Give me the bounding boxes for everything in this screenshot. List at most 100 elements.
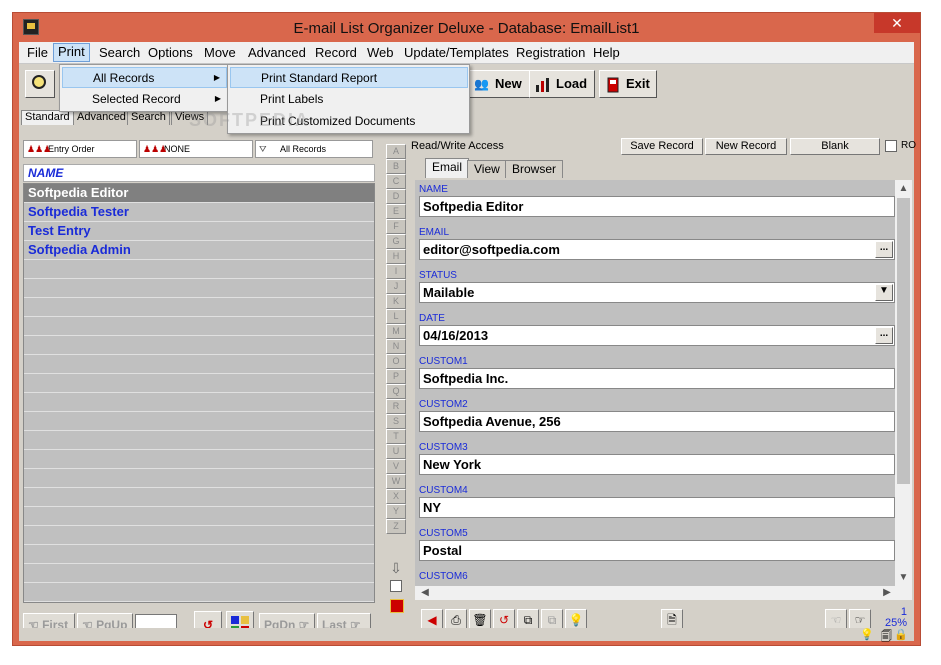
list-item[interactable]: Softpedia Admin xyxy=(24,241,374,260)
save-record-button[interactable]: Save Record xyxy=(621,138,703,155)
name-field[interactable]: Softpedia Editor xyxy=(419,196,895,217)
menu-item-all-records[interactable]: All Records ▶ xyxy=(62,67,227,88)
menu-web[interactable]: Web xyxy=(363,45,398,62)
alpha-button[interactable]: L xyxy=(386,309,406,324)
alpha-button[interactable]: U xyxy=(386,444,406,459)
search-button[interactable] xyxy=(25,70,55,98)
custom1-field[interactable]: Softpedia Inc. xyxy=(419,368,895,389)
chevron-down-icon[interactable]: ▼ xyxy=(875,284,893,301)
scroll-down-icon[interactable]: ▼ xyxy=(895,569,912,586)
alpha-button[interactable]: Y xyxy=(386,504,406,519)
menu-registration[interactable]: Registration xyxy=(512,45,589,62)
read-only-checkbox[interactable] xyxy=(885,140,897,152)
email-field[interactable]: editor@softpedia.com ... xyxy=(419,239,895,260)
date-field[interactable]: 04/16/2013 ... xyxy=(419,325,895,346)
alpha-button[interactable]: T xyxy=(386,429,406,444)
alpha-button[interactable]: W xyxy=(386,474,406,489)
alphabet-index: A B C D E F G H I J K L M N O P Q R S T … xyxy=(386,144,406,554)
sort-options: ♟♟♟ Entry Order ♟♟♟ NONE ⛛ All Records xyxy=(23,140,375,160)
custom3-field[interactable]: New York xyxy=(419,454,895,475)
alpha-button[interactable]: S xyxy=(386,414,406,429)
menu-help[interactable]: Help xyxy=(589,45,624,62)
alpha-button[interactable]: X xyxy=(386,489,406,504)
vertical-scrollbar[interactable]: ▲ ▼ xyxy=(895,180,912,586)
list-item[interactable]: Softpedia Editor xyxy=(24,184,374,203)
field-label-status: STATUS xyxy=(419,270,457,281)
alpha-button[interactable]: V xyxy=(386,459,406,474)
alpha-button[interactable]: H xyxy=(386,249,406,264)
menu-update-templates[interactable]: Update/Templates xyxy=(400,45,513,62)
menu-item-selected-record[interactable]: Selected Record ▶ xyxy=(62,89,227,110)
record-list[interactable]: Softpedia Editor Softpedia Tester Test E… xyxy=(23,183,375,603)
scroll-right-icon[interactable]: ▶ xyxy=(879,586,895,600)
alpha-button[interactable]: O xyxy=(386,354,406,369)
alpha-button[interactable]: J xyxy=(386,279,406,294)
date-picker-button[interactable]: ... xyxy=(875,327,893,344)
exit-button[interactable]: Exit xyxy=(599,70,657,98)
alpha-button[interactable]: C xyxy=(386,174,406,189)
tab-advanced[interactable]: Advanced xyxy=(73,110,130,125)
load-button[interactable]: Load xyxy=(529,70,595,98)
window-title: E-mail List Organizer Deluxe - Database:… xyxy=(293,20,640,37)
filter-all-records-button[interactable]: ⛛ All Records xyxy=(255,140,373,158)
scroll-thumb[interactable] xyxy=(897,198,910,484)
list-column-header[interactable]: NAME xyxy=(23,164,375,182)
custom4-field[interactable]: NY xyxy=(419,497,895,518)
menu-move[interactable]: Move xyxy=(200,45,240,62)
menu-search[interactable]: Search xyxy=(95,45,144,62)
new-record-button[interactable]: New Record xyxy=(705,138,787,155)
list-item[interactable]: Test Entry xyxy=(24,222,374,241)
alpha-button[interactable]: F xyxy=(386,219,406,234)
tab-email[interactable]: Email xyxy=(425,158,470,178)
menu-advanced[interactable]: Advanced xyxy=(244,45,310,62)
alpha-button[interactable]: P xyxy=(386,369,406,384)
menu-item-print-standard-report[interactable]: Print Standard Report xyxy=(230,67,468,88)
alpha-button[interactable]: B xyxy=(386,159,406,174)
alpha-button[interactable]: R xyxy=(386,399,406,414)
field-label-email: EMAIL xyxy=(419,227,450,238)
empty-row xyxy=(24,393,374,412)
tab-view[interactable]: View xyxy=(467,160,507,178)
alpha-button[interactable]: M xyxy=(386,324,406,339)
alpha-button[interactable]: E xyxy=(386,204,406,219)
document-icon: 🗎 xyxy=(667,613,677,627)
mark-checkbox[interactable] xyxy=(390,580,402,592)
alpha-button[interactable]: K xyxy=(386,294,406,309)
close-button[interactable]: ✕ xyxy=(874,13,920,33)
magnifier-icon xyxy=(32,75,46,89)
scroll-up-icon[interactable]: ▲ xyxy=(895,180,912,197)
blank-button[interactable]: Blank xyxy=(790,138,880,155)
scroll-down-arrow-icon[interactable]: ⇩ xyxy=(388,560,404,576)
scroll-left-icon[interactable]: ◀ xyxy=(417,586,433,600)
menu-print[interactable]: Print xyxy=(53,43,90,62)
empty-row xyxy=(24,583,374,602)
menu-record[interactable]: Record xyxy=(311,45,361,62)
alpha-button[interactable]: A xyxy=(386,144,406,159)
tab-browser[interactable]: Browser xyxy=(505,160,564,178)
menu-options[interactable]: Options xyxy=(144,45,197,62)
exit-door-icon xyxy=(605,76,621,93)
menu-file[interactable]: File xyxy=(23,45,52,62)
horizontal-scrollbar[interactable]: ◀ ▶ xyxy=(415,586,912,600)
tab-search[interactable]: Search xyxy=(127,110,170,125)
title-bar[interactable]: E-mail List Organizer Deluxe - Database:… xyxy=(13,13,920,43)
list-item[interactable]: Softpedia Tester xyxy=(24,203,374,222)
alpha-button[interactable]: I xyxy=(386,264,406,279)
email-browse-button[interactable]: ... xyxy=(875,241,893,258)
sort-none-button[interactable]: ♟♟♟ NONE xyxy=(139,140,253,158)
new-button[interactable]: 👥 New xyxy=(468,70,530,98)
status-select[interactable]: Mailable ▼ xyxy=(419,282,895,303)
alpha-button[interactable]: Q xyxy=(386,384,406,399)
tab-standard[interactable]: Standard xyxy=(21,110,74,125)
alpha-button[interactable]: Z xyxy=(386,519,406,534)
alpha-button[interactable]: N xyxy=(386,339,406,354)
custom2-field[interactable]: Softpedia Avenue, 256 xyxy=(419,411,895,432)
custom5-field[interactable]: Postal xyxy=(419,540,895,561)
arrow-left-icon: ◀ xyxy=(427,613,437,627)
empty-row xyxy=(24,545,374,564)
empty-row xyxy=(24,526,374,545)
alpha-button[interactable]: G xyxy=(386,234,406,249)
alpha-button[interactable]: D xyxy=(386,189,406,204)
sort-entry-order-button[interactable]: ♟♟♟ Entry Order xyxy=(23,140,137,158)
menu-item-print-labels[interactable]: Print Labels xyxy=(230,89,468,110)
